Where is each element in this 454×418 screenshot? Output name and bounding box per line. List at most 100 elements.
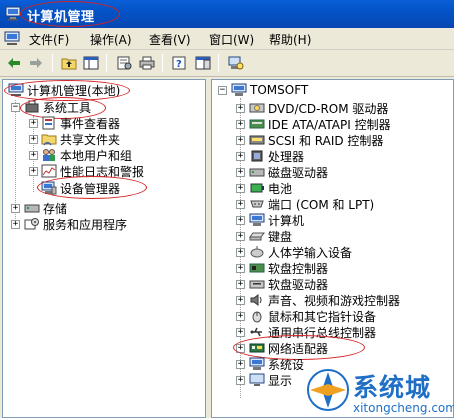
expand-toggle[interactable]: + [29,119,38,128]
device-category-system-devices[interactable]: 系统设 [249,356,304,372]
toolbar-separator [162,54,163,72]
device-category-ide-ata[interactable]: IDE ATA/ATAPI 控制器 [249,116,391,132]
floppy-drive-icon [249,280,265,289]
tree-root-label: 计算机管理(本地) [27,83,121,98]
device-category-scsi-raid[interactable]: SCSI 和 RAID 控制器 [249,132,383,148]
up-one-level-button[interactable] [58,53,80,73]
shared-folder-icon [41,134,57,146]
expand-toggle[interactable]: + [236,264,245,273]
expand-toggle[interactable]: + [236,184,245,193]
back-arrow-icon [8,58,20,68]
device-category-floppy-drives[interactable]: 软盘驱动器 [249,276,328,292]
expand-toggle[interactable]: + [236,328,245,337]
expand-toggle[interactable]: + [236,312,245,321]
tree-node-performance-logs-alerts[interactable]: 性能日志和警报 [41,163,144,179]
expand-toggle[interactable]: + [236,168,245,177]
menu-action[interactable]: 操作(A) [90,31,132,48]
back-button[interactable] [3,53,25,73]
device-category-processors[interactable]: 处理器 [249,148,304,164]
device-category-display-adapters[interactable]: 显示 [249,372,292,388]
menu-window[interactable]: 窗口(W) [209,31,254,48]
tree-node-event-viewer[interactable]: 事件查看器 [41,115,120,131]
device-category-network-adapters[interactable]: 网络适配器 [249,340,328,356]
window-title: 计算机管理 [27,10,95,25]
device-category-computer[interactable]: 计算机 [249,212,304,228]
tree-node-storage[interactable]: 存储 [24,200,67,216]
expand-toggle[interactable]: + [236,376,245,385]
expand-toggle[interactable]: + [236,280,245,289]
title-bar[interactable]: 计算机管理 [0,0,454,28]
forward-button[interactable] [25,53,47,73]
properties-button[interactable] [113,53,135,73]
device-category-disk-drives[interactable]: 磁盘驱动器 [249,164,328,180]
expand-toggle[interactable]: + [236,360,245,369]
menu-file[interactable]: 文件(F) [29,31,69,48]
device-category-floppy-controllers[interactable]: 软盘控制器 [249,260,328,276]
help-button[interactable]: ? [169,53,191,73]
expand-toggle[interactable]: + [29,167,38,176]
battery-icon [250,183,264,193]
device-category-dvd-cdrom[interactable]: DVD/CD-ROM 驱动器 [249,100,388,116]
tree-node-services-applications[interactable]: 服务和应用程序 [24,216,127,232]
device-category-mice[interactable]: 鼠标和其它指针设备 [249,308,376,324]
expand-toggle[interactable]: + [236,120,245,129]
show-hide-action-pane-button[interactable] [192,53,214,73]
device-category-keyboards[interactable]: 键盘 [249,228,292,244]
device-root-node[interactable]: TOMSOFT [231,82,308,98]
expand-toggle[interactable]: + [11,204,20,213]
expand-toggle[interactable]: + [236,248,245,257]
folder-up-icon [61,58,77,70]
mouse-icon [252,311,262,323]
tree-node-local-users-groups[interactable]: 本地用户和组 [41,147,132,163]
expand-toggle[interactable]: + [11,220,20,229]
disk-drives-label: 磁盘驱动器 [268,165,329,180]
expand-toggle[interactable]: + [236,136,245,145]
expand-toggle[interactable]: + [236,152,245,161]
device-category-hid[interactable]: 人体学输入设备 [249,244,352,260]
menu-help[interactable]: 帮助(H) [269,31,311,48]
services-icon [24,218,39,230]
mice-label: 鼠标和其它指针设备 [268,309,377,324]
menu-view[interactable]: 查看(V) [149,31,191,48]
xitongcheng-logo-icon [307,369,349,411]
floppy-controller-icon [249,263,265,273]
watermark-url: xitongcheng.com [353,401,454,415]
collapse-toggle[interactable]: − [11,103,20,112]
toolbar-separator [52,54,53,72]
expand-toggle[interactable]: + [236,296,245,305]
device-category-usb-controllers[interactable]: 通用串行总线控制器 [249,324,376,340]
display-adapter-icon [249,373,265,386]
ide-controller-icon [249,119,265,129]
scan-hardware-button[interactable] [225,53,247,73]
expand-toggle[interactable]: + [236,200,245,209]
scsi-raid-label: SCSI 和 RAID 控制器 [268,133,384,148]
expand-toggle[interactable]: + [236,344,245,353]
system-menu-icon[interactable] [4,31,20,46]
device-category-batteries[interactable]: 电池 [249,180,292,196]
device-category-ports[interactable]: 端口 (COM 和 LPT) [249,196,374,212]
watermark-brand: 系统城 [353,373,432,402]
system-devices-label: 系统设 [268,357,305,372]
computer-icon [249,213,265,226]
show-hide-tree-button[interactable] [80,53,102,73]
help-icon: ? [172,56,186,70]
tree-node-shared-folders[interactable]: 共享文件夹 [41,131,120,147]
expand-toggle[interactable]: + [29,135,38,144]
network-adapters-label: 网络适配器 [268,341,329,356]
collapse-toggle[interactable]: − [218,86,227,95]
expand-toggle[interactable]: + [236,104,245,113]
tree-root-node[interactable]: 计算机管理(本地) [8,82,120,98]
expand-toggle[interactable]: + [236,232,245,241]
services-applications-label: 服务和应用程序 [43,217,128,232]
expand-toggle[interactable]: + [29,151,38,160]
system-device-icon [249,357,265,370]
keyboards-label: 键盘 [268,229,293,244]
device-category-sound-video-game[interactable]: 声音、视频和游戏控制器 [249,292,400,308]
computer-icon [231,83,247,96]
tree-node-system-tools[interactable]: 系统工具 [24,99,91,115]
device-manager-label: 设备管理器 [60,181,121,196]
tree-node-device-manager[interactable]: 设备管理器 [41,180,120,196]
print-button[interactable] [136,53,158,73]
expand-toggle[interactable]: + [236,216,245,225]
console-tree-pane[interactable]: 计算机管理(本地) − 系统工具 + 事件查看器 + 共享文件夹 + 本地用户和… [2,79,206,418]
